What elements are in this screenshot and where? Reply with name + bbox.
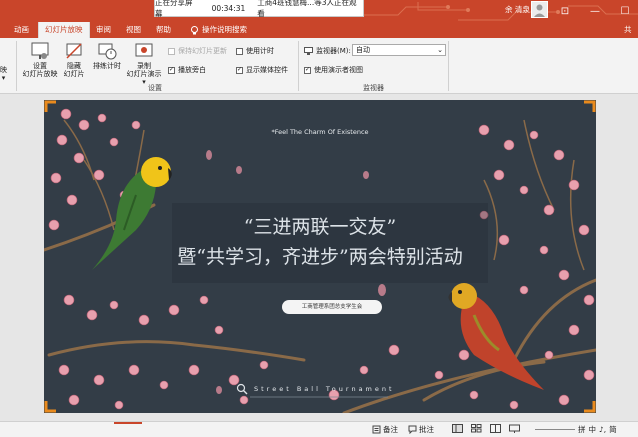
maximize-icon: ☐ <box>620 5 630 17</box>
maximize-button[interactable]: ☐ <box>610 0 638 22</box>
slide-footer: Street Ball Tournament <box>236 383 406 395</box>
parrot-right <box>448 283 544 390</box>
record-slideshow-button[interactable]: 录制 幻灯片演示 ▾ <box>124 41 164 86</box>
rehearse-timings-icon <box>98 43 117 60</box>
user-name[interactable]: 余 清泉 <box>505 4 530 15</box>
record-dropdown-arrow: ▾ <box>142 78 146 86</box>
checkbox-checked: ✓ <box>304 66 311 74</box>
slideshow-view-icon[interactable] <box>509 424 520 433</box>
setup-slideshow-button[interactable]: 设置 幻灯片放映 <box>22 41 58 78</box>
monitor-select[interactable]: 自动 ⌄ <box>352 44 446 56</box>
slide-sorter-icon[interactable] <box>471 424 482 433</box>
monitor-icon <box>304 47 313 55</box>
keep-timings-checkbox[interactable]: 保持幻灯片更新 <box>168 46 227 56</box>
ribbon-display-button[interactable]: ⊡ <box>550 0 580 22</box>
separator <box>16 41 17 91</box>
show-media-controls-checkbox[interactable]: ✓ 显示媒体控件 <box>236 65 288 75</box>
ime-simplified-label: 简 <box>609 425 617 434</box>
tab-slideshow[interactable]: 幻灯片放映 <box>38 22 90 38</box>
play-narration-label: 播放旁白 <box>178 66 206 74</box>
partial-label: 映 <box>0 66 7 74</box>
tell-me-label: 操作说明搜索 <box>202 25 247 34</box>
ime-toolbar[interactable]: 拼 中 ♪, 简 <box>578 424 617 435</box>
reading-view-icon[interactable] <box>490 424 501 433</box>
minimize-icon: — <box>590 5 600 17</box>
tab-review[interactable]: 审阅 <box>90 22 117 38</box>
tab-view[interactable]: 视图 <box>120 22 147 38</box>
title-bar: 正在分享屏幕 00:34:31 工商4班钱慧梅...等3人正在观看 余 清泉 ⊡… <box>0 0 638 22</box>
magnifier-icon <box>236 383 248 395</box>
checkbox-checked: ✓ <box>236 66 243 74</box>
use-timings-label: 使用计时 <box>246 47 274 55</box>
play-narration-checkbox[interactable]: ✓ 播放旁白 <box>168 65 206 75</box>
sharing-status: 正在分享屏幕 <box>155 0 193 18</box>
hide-slide-label2: 幻灯片 <box>63 70 85 78</box>
notes-button[interactable]: 备注 <box>372 424 398 435</box>
partial-arrow: ▾ <box>1 74 6 82</box>
status-accent <box>114 422 142 424</box>
tell-me-search[interactable]: 操作说明搜索 <box>184 22 253 38</box>
slide-footer-text: Street Ball Tournament <box>254 385 395 393</box>
monitor-label-group: 监视器(M): <box>304 46 351 56</box>
comments-button[interactable]: 批注 <box>408 424 434 435</box>
normal-view-icon[interactable] <box>452 424 463 433</box>
record-slideshow-label2: 幻灯片演示 <box>126 70 162 78</box>
hide-slide-button[interactable]: 隐藏 幻灯片 <box>60 41 88 78</box>
setup-slideshow-label1: 设置 <box>33 62 47 70</box>
setup-slideshow-icon <box>31 42 49 59</box>
monitor-label: 监视器(M): <box>316 47 351 55</box>
slide-canvas[interactable]: *Feel The Charm Of Existence “三进两联一交友” 暨… <box>44 100 596 413</box>
record-slideshow-icon <box>135 43 153 57</box>
slide-top-text: *Feel The Charm Of Existence <box>271 128 369 136</box>
rehearse-timings-button[interactable]: 排练计时 <box>90 41 124 70</box>
use-timings-checkbox[interactable]: 使用计时 <box>236 46 274 56</box>
group-label-setup: 设置 <box>148 84 162 92</box>
ribbon-tabs: 动画 幻灯片放映 审阅 视图 帮助 操作说明搜索 共 <box>0 22 638 38</box>
notes-icon <box>372 425 381 434</box>
lightbulb-icon <box>191 25 198 34</box>
screen-share-banner[interactable]: 正在分享屏幕 00:34:31 工商4班钱慧梅...等3人正在观看 <box>154 0 364 18</box>
view-switcher <box>452 424 520 433</box>
hide-slide-icon <box>66 43 82 59</box>
from-current-slide-partial[interactable]: 映 ▾ <box>0 66 7 82</box>
presenter-view-checkbox[interactable]: ✓ 使用演示者视图 <box>304 65 363 75</box>
show-media-controls-label: 显示媒体控件 <box>246 66 288 74</box>
group-label-monitors: 监视器 <box>363 84 384 92</box>
checkbox-checked: ✓ <box>168 66 175 74</box>
hide-slide-label1: 隐藏 <box>67 62 81 70</box>
tab-animation[interactable]: 动画 <box>8 22 35 38</box>
comment-icon <box>408 425 417 434</box>
ime-language-label: 中 <box>588 425 597 434</box>
person-icon <box>534 4 545 17</box>
ribbon: 映 ▾ 设置 幻灯片放映 隐藏 幻灯片 排练计时 录制 幻灯片演示 ▾ 保持幻灯… <box>0 38 638 94</box>
minimize-button[interactable]: — <box>580 0 610 22</box>
comments-label: 批注 <box>419 425 434 434</box>
zoom-slider[interactable] <box>535 429 575 430</box>
notes-label: 备注 <box>383 425 398 434</box>
checkbox-box <box>168 47 175 55</box>
status-bar: 备注 批注 拼 中 ♪, 简 <box>0 421 638 437</box>
ribbon-display-icon: ⊡ <box>560 5 570 17</box>
record-slideshow-label1: 录制 <box>137 62 151 70</box>
monitor-value: 自动 <box>356 46 370 54</box>
slide-title-line1: “三进两联一交友” <box>243 216 397 238</box>
share-button[interactable]: 共 <box>618 22 638 38</box>
keep-timings-label: 保持幻灯片更新 <box>178 47 227 55</box>
ime-mode-label: 拼 <box>578 425 586 434</box>
setup-slideshow-label2: 幻灯片放映 <box>22 70 58 78</box>
presenter-view-label: 使用演示者视图 <box>314 66 363 74</box>
rehearse-timings-label: 排练计时 <box>93 62 121 70</box>
separator <box>448 41 449 91</box>
checkbox-box <box>236 47 243 55</box>
avatar[interactable] <box>531 1 548 18</box>
ime-punct-label: ♪, <box>599 425 607 434</box>
sharing-viewers: 工商4班钱慧梅...等3人正在观看 <box>257 0 357 18</box>
slide-title-line2: 暨“共学习，齐进步”两会特别活动 <box>177 246 463 268</box>
slide-organizer-pill: 工商管理系团总支学生会 <box>282 300 382 314</box>
separator <box>298 41 299 91</box>
chevron-down-icon: ⌄ <box>437 46 443 54</box>
sharing-time: 00:34:31 <box>211 3 246 13</box>
tab-help[interactable]: 帮助 <box>150 22 177 38</box>
